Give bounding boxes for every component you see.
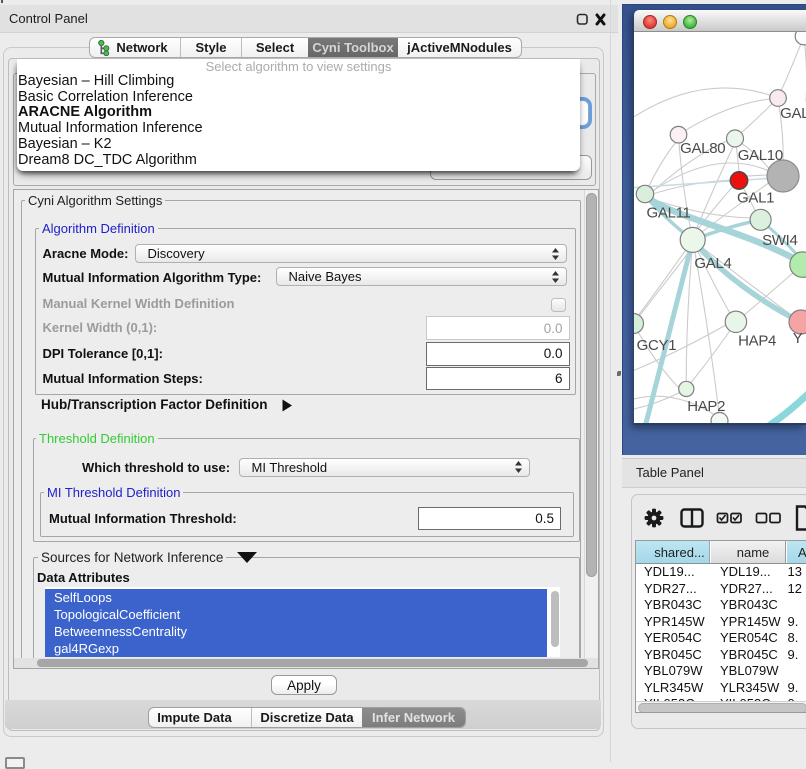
svg-text:GAL10: GAL10 [738,147,783,164]
svg-text:GAL4: GAL4 [694,255,731,272]
svg-text:GAL80: GAL80 [680,140,725,157]
svg-text:GAL: GAL [780,105,806,122]
svg-text:HAP4: HAP4 [738,332,776,349]
svg-text:GAL11: GAL11 [647,204,691,221]
svg-text:Y: Y [793,330,803,347]
svg-text:SWI4: SWI4 [762,232,797,249]
svg-text:HAP2: HAP2 [687,398,725,415]
svg-text:GCY1: GCY1 [637,337,677,354]
svg-text:GAL1: GAL1 [737,190,774,207]
